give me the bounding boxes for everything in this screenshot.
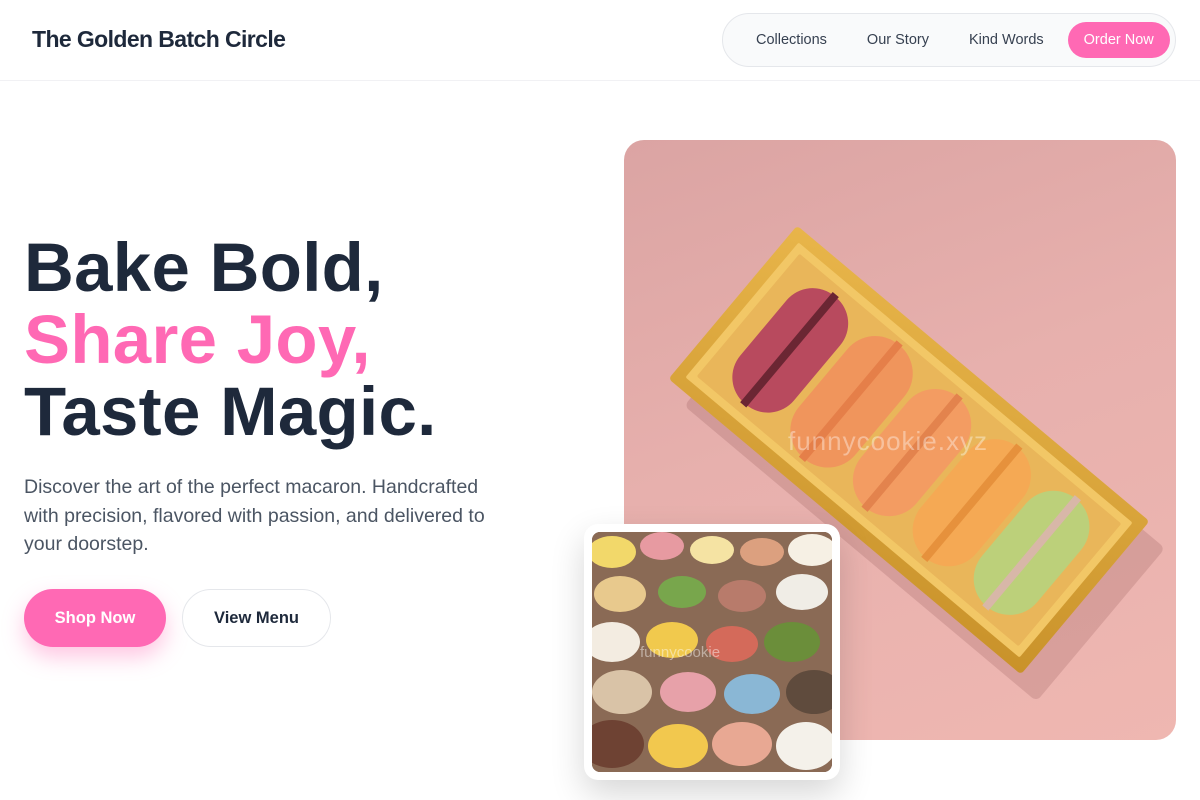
headline-line-1: Bake Bold, bbox=[24, 229, 384, 306]
view-menu-button[interactable]: View Menu bbox=[182, 589, 331, 647]
hero-headline: Bake Bold, Share Joy, Taste Magic. bbox=[24, 232, 437, 448]
inset-image-watermark: funnycookie bbox=[640, 644, 721, 661]
brand-logo[interactable]: The Golden Batch Circle bbox=[32, 26, 286, 53]
inset-image-card: funnycookie bbox=[584, 524, 840, 780]
nav-link-kind-words[interactable]: Kind Words bbox=[949, 22, 1064, 58]
order-now-button[interactable]: Order Now bbox=[1067, 22, 1170, 58]
headline-line-3: Taste Magic. bbox=[24, 373, 437, 450]
main-nav: Collections Our Story Kind Words Order N… bbox=[722, 13, 1176, 67]
site-header: The Golden Batch Circle Collections Our … bbox=[0, 0, 1200, 81]
image-watermark: funnycookie.xyz bbox=[788, 426, 988, 456]
nav-link-collections[interactable]: Collections bbox=[736, 22, 847, 58]
hero-description: Discover the art of the perfect macaron.… bbox=[24, 476, 485, 555]
headline-line-2: Share Joy, bbox=[24, 301, 371, 378]
shop-now-button[interactable]: Shop Now bbox=[24, 589, 166, 647]
inset-image-macaron-grid: funnycookie bbox=[592, 532, 832, 772]
nav-link-our-story[interactable]: Our Story bbox=[847, 22, 949, 58]
